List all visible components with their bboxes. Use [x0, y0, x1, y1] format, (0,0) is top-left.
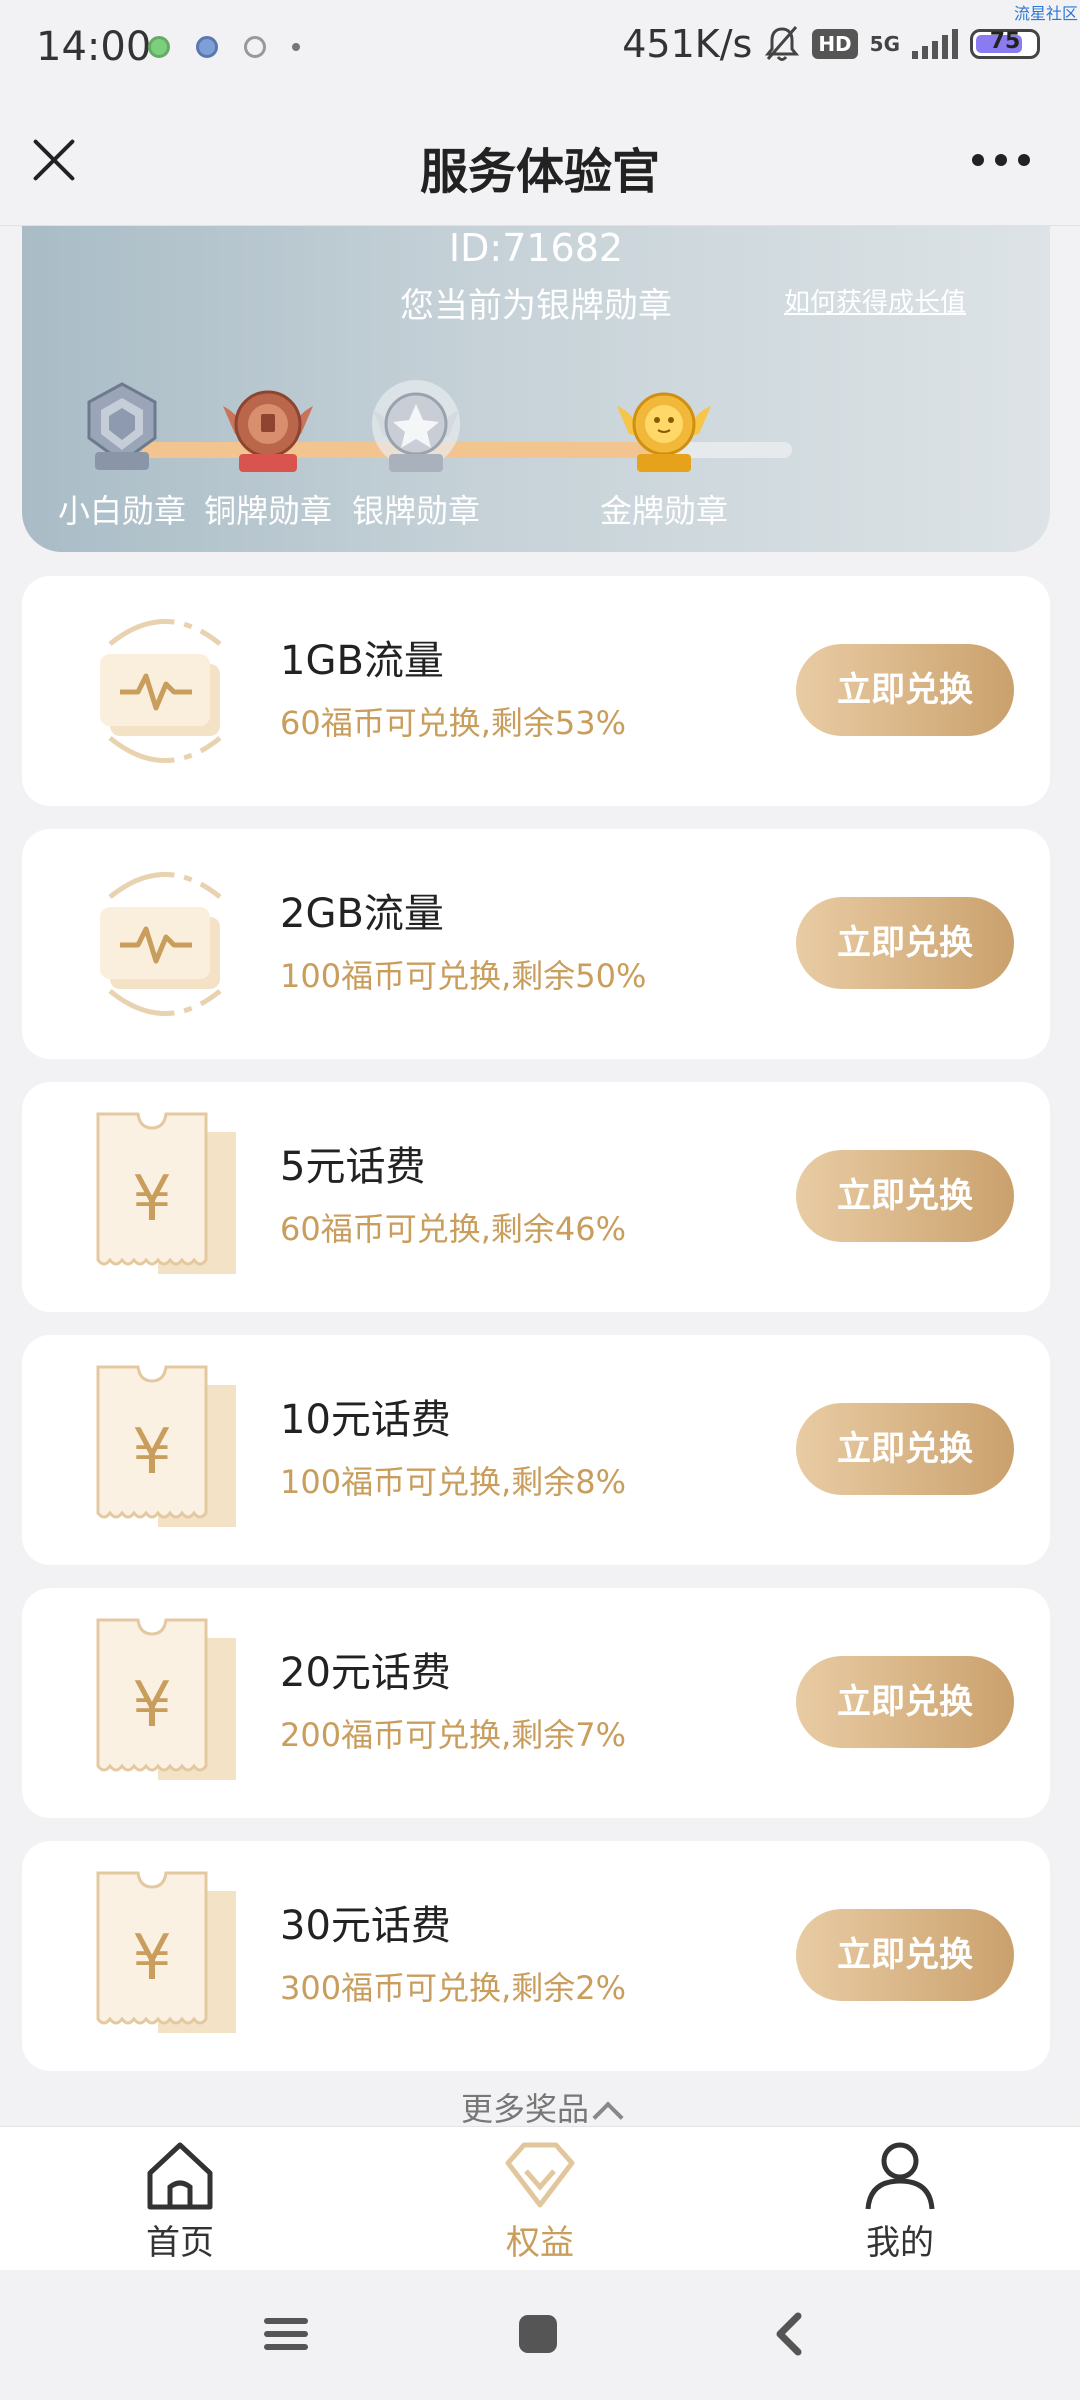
prize-card: 2GB流量 100福币可兑换,剩余50% 立即兑换 — [22, 829, 1050, 1059]
prize-name: 2GB流量 — [280, 891, 444, 937]
tab-benefits[interactable]: 权益 — [440, 2137, 640, 2264]
app-notification-icon — [244, 36, 266, 58]
prize-name: 1GB流量 — [280, 638, 444, 684]
svg-text:¥: ¥ — [132, 1921, 171, 1994]
data-traffic-icon — [100, 619, 222, 763]
svg-text:¥: ¥ — [132, 1668, 171, 1741]
medal-label: 银牌勋章 — [351, 492, 480, 530]
svg-text:¥: ¥ — [132, 1162, 171, 1235]
badge-panel: ID:71682 您当前为银牌勋章 如何获得成长值 小白勋章 铜牌勋章 银牌勋章… — [22, 226, 1050, 552]
app-notification-icon — [196, 36, 218, 58]
prize-desc: 100福币可兑换,剩余50% — [280, 957, 647, 995]
battery-percent: 75 — [989, 29, 1021, 54]
prize-desc: 100福币可兑换,剩余8% — [280, 1463, 627, 1501]
redeem-button[interactable]: 立即兑换 — [796, 1656, 1014, 1748]
redeem-button[interactable]: 立即兑换 — [796, 1403, 1014, 1495]
prize-card: ¥ 20元话费 200福币可兑换,剩余7% 立即兑换 — [22, 1588, 1050, 1818]
prize-desc: 200福币可兑换,剩余7% — [280, 1716, 627, 1754]
prize-desc: 300福币可兑换,剩余2% — [280, 1969, 627, 2007]
prize-name: 30元话费 — [280, 1903, 451, 1949]
prize-card: ¥ 5元话费 60福币可兑换,剩余46% 立即兑换 — [22, 1082, 1050, 1312]
hd-icon: HD — [812, 29, 858, 59]
tab-label: 权益 — [506, 2223, 574, 2263]
system-nav-bar — [0, 2270, 1080, 2400]
home-square-icon[interactable] — [514, 2310, 562, 2358]
novice-medal-icon — [87, 382, 157, 470]
back-icon[interactable] — [766, 2310, 814, 2358]
yuan-voucher-icon: ¥ — [96, 1871, 236, 2033]
top-navbar: 服务体验官 — [0, 96, 1080, 226]
menu-icon[interactable] — [262, 2310, 310, 2358]
user-icon — [865, 2142, 935, 2210]
prize-name: 5元话费 — [280, 1144, 426, 1190]
signal-icon — [912, 29, 958, 59]
redeem-button[interactable]: 立即兑换 — [796, 897, 1014, 989]
app-notification-icon — [148, 36, 170, 58]
more-notifications-icon — [292, 43, 300, 51]
status-time: 14:00 — [36, 24, 152, 70]
status-indicators: 451K/s HD 5G 75 — [622, 22, 1040, 66]
svg-text:¥: ¥ — [132, 1415, 171, 1488]
prize-desc: 60福币可兑换,剩余53% — [280, 704, 627, 742]
bottom-tabbar: 首页 权益 我的 — [0, 2126, 1080, 2270]
tab-label: 首页 — [146, 2223, 214, 2263]
notification-icons — [148, 36, 300, 58]
yuan-voucher-icon: ¥ — [96, 1365, 236, 1527]
prize-card: ¥ 10元话费 100福币可兑换,剩余8% 立即兑换 — [22, 1335, 1050, 1565]
network-type: 5G — [869, 32, 900, 56]
silver-medal-icon — [372, 380, 460, 472]
more-options-icon[interactable] — [972, 154, 1030, 166]
mute-bell-icon — [765, 26, 800, 61]
medal-silver[interactable]: 银牌勋章 — [316, 376, 516, 532]
battery-icon: 75 — [970, 29, 1040, 59]
diamond-icon — [505, 2142, 575, 2208]
prize-card: ¥ 30元话费 300福币可兑换,剩余2% 立即兑换 — [22, 1841, 1050, 2071]
medal-gold[interactable]: 金牌勋章 — [564, 376, 764, 532]
redeem-button[interactable]: 立即兑换 — [796, 1150, 1014, 1242]
yuan-voucher-icon: ¥ — [96, 1112, 236, 1274]
prize-name: 10元话费 — [280, 1397, 451, 1443]
gold-medal-icon — [617, 392, 711, 472]
prize-name: 20元话费 — [280, 1650, 451, 1696]
home-icon — [147, 2142, 213, 2210]
net-speed: 451K/s — [622, 22, 753, 66]
status-bar: 14:00 451K/s HD 5G 75 流星社区 — [0, 0, 1080, 96]
user-id: ID:71682 — [448, 226, 624, 270]
medal-label: 金牌勋章 — [599, 492, 728, 530]
page-title: 服务体验官 — [419, 144, 660, 200]
growth-value-link[interactable]: 如何获得成长值 — [784, 282, 966, 319]
redeem-button[interactable]: 立即兑换 — [796, 644, 1014, 736]
watermark-tag: 流星社区 — [1013, 4, 1078, 23]
bronze-medal-icon — [223, 390, 313, 472]
redeem-button[interactable]: 立即兑换 — [796, 1909, 1014, 2001]
data-traffic-icon — [100, 872, 222, 1016]
yuan-voucher-icon: ¥ — [96, 1618, 236, 1780]
tab-home[interactable]: 首页 — [80, 2137, 280, 2264]
more-prizes-toggle[interactable]: 更多奖品 — [0, 2084, 1080, 2133]
tab-profile[interactable]: 我的 — [800, 2137, 1000, 2264]
more-prizes-label: 更多奖品 — [460, 2090, 589, 2128]
tab-label: 我的 — [866, 2223, 934, 2263]
prize-card: 1GB流量 60福币可兑换,剩余53% 立即兑换 — [22, 576, 1050, 806]
prize-desc: 60福币可兑换,剩余46% — [280, 1210, 627, 1248]
